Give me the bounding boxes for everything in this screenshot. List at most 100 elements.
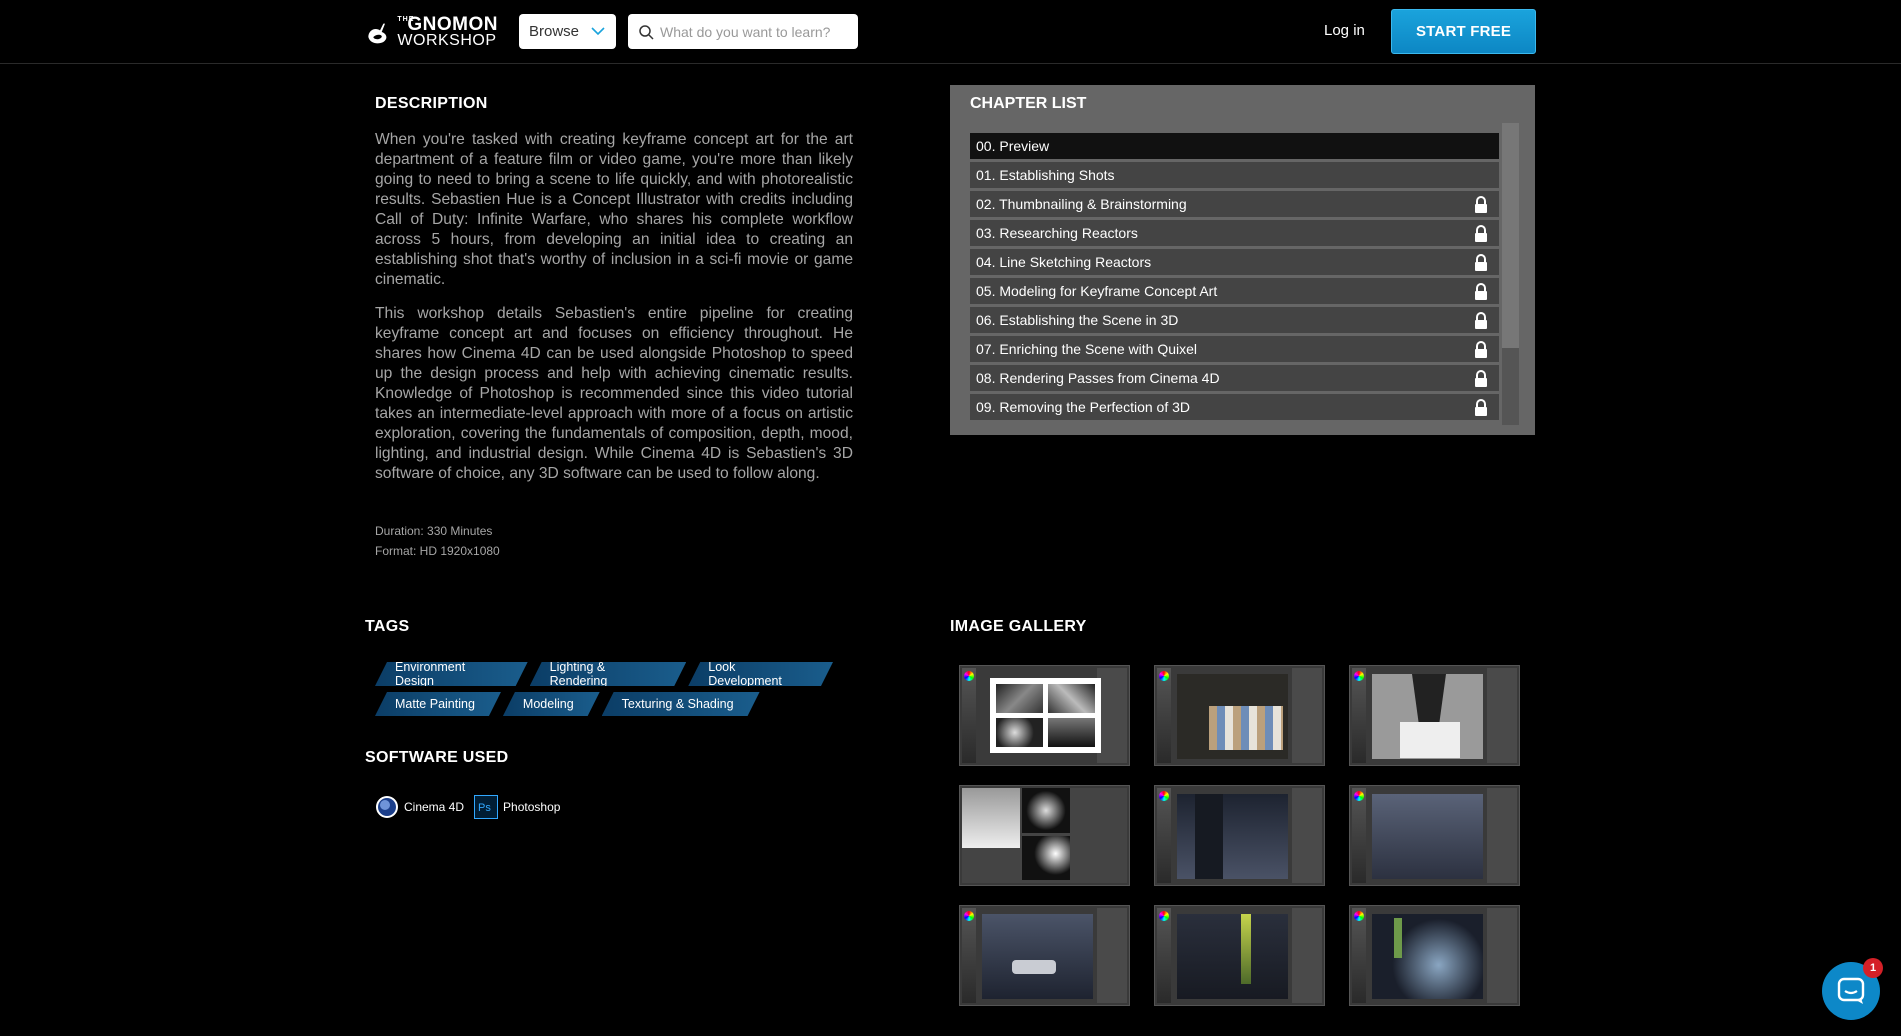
- chapter-label: 04. Line Sketching Reactors: [976, 254, 1152, 270]
- site-header: THE GNOMON WORKSHOP Browse Log in START …: [0, 0, 1901, 64]
- palette-panel: [1157, 908, 1171, 1003]
- format-text: Format: HD 1920x1080: [375, 544, 500, 558]
- chapter-item[interactable]: 08. Rendering Passes from Cinema 4D: [970, 365, 1499, 391]
- search-box[interactable]: [628, 14, 858, 49]
- tag-link[interactable]: Look Development: [688, 662, 833, 686]
- layers-panel: [1292, 908, 1322, 1003]
- chevron-down-icon: [591, 27, 605, 36]
- gallery-image[interactable]: [959, 905, 1130, 1006]
- notification-badge: 1: [1863, 958, 1883, 978]
- duration-text: Duration: 330 Minutes: [375, 524, 493, 538]
- thumbnail-canvas: [982, 914, 1093, 999]
- start-free-button[interactable]: START FREE: [1391, 9, 1536, 54]
- palette-panel: [1352, 668, 1366, 763]
- logo-gnomon: GNOMON: [407, 13, 498, 35]
- gallery-image[interactable]: [1154, 665, 1325, 766]
- chapter-item[interactable]: 05. Modeling for Keyframe Concept Art: [970, 278, 1499, 304]
- chapter-item[interactable]: 00. Preview: [970, 133, 1499, 159]
- tag-link[interactable]: Modeling: [503, 692, 600, 716]
- login-link[interactable]: Log in: [1324, 22, 1365, 39]
- tag-link[interactable]: Environment Design: [375, 662, 528, 686]
- tag-link[interactable]: Matte Painting: [375, 692, 501, 716]
- chapter-item[interactable]: 02. Thumbnailing & Brainstorming: [970, 191, 1499, 217]
- lock-icon: [1475, 341, 1487, 358]
- gallery-image[interactable]: [1349, 785, 1520, 886]
- thumbnail-canvas: [1177, 674, 1288, 759]
- thumbnail-canvas: [1177, 914, 1288, 999]
- chapter-item[interactable]: 09. Removing the Perfection of 3D: [970, 394, 1499, 420]
- software-item-cinema4d[interactable]: Cinema 4D: [375, 795, 464, 819]
- software-item-photoshop[interactable]: Ps Photoshop: [474, 795, 560, 819]
- logo-workshop: WORKSHOP: [397, 31, 497, 49]
- software-title: SOFTWARE USED: [365, 749, 509, 766]
- gallery-image[interactable]: [1349, 665, 1520, 766]
- palette-panel: [1157, 668, 1171, 763]
- thumbnail-canvas: [1372, 794, 1483, 879]
- chapter-item[interactable]: 06. Establishing the Scene in 3D: [970, 307, 1499, 333]
- lock-icon: [1475, 312, 1487, 329]
- search-input[interactable]: [660, 23, 850, 40]
- chapter-item[interactable]: 07. Enriching the Scene with Quixel: [970, 336, 1499, 362]
- chapter-item[interactable]: 04. Line Sketching Reactors: [970, 249, 1499, 275]
- palette-panel: [962, 668, 976, 763]
- chapter-label: 01. Establishing Shots: [976, 167, 1115, 183]
- chapter-item[interactable]: 01. Establishing Shots: [970, 162, 1499, 188]
- chapter-item[interactable]: 03. Researching Reactors: [970, 220, 1499, 246]
- gallery-image[interactable]: [1349, 905, 1520, 1006]
- chapter-list-panel: CHAPTER LIST 00. Preview 01. Establishin…: [950, 85, 1535, 435]
- layers-panel: [1292, 668, 1322, 763]
- photoshop-icon: Ps: [474, 795, 499, 819]
- tag-link[interactable]: Texturing & Shading: [602, 692, 760, 716]
- thumbnail-canvas: [1372, 914, 1483, 999]
- chapter-label: 00. Preview: [976, 138, 1050, 154]
- chapter-label: 06. Establishing the Scene in 3D: [976, 312, 1179, 328]
- svg-text:Ps: Ps: [478, 802, 491, 814]
- gallery-image[interactable]: [1154, 785, 1325, 886]
- image-gallery: [959, 665, 1520, 1006]
- course-meta: Duration: 330 Minutes Format: HD 1920x10…: [375, 521, 500, 561]
- gallery-image[interactable]: [959, 665, 1130, 766]
- thumbnail-canvas: [962, 788, 1127, 883]
- lock-icon: [1475, 399, 1487, 416]
- thumbnail-canvas: [1177, 794, 1288, 879]
- chapter-label: 08. Rendering Passes from Cinema 4D: [976, 370, 1220, 386]
- search-icon: [639, 24, 654, 40]
- chapter-list-title: CHAPTER LIST: [970, 95, 1087, 112]
- software-name: Cinema 4D: [404, 800, 465, 814]
- logo-wordmark: THE GNOMON WORKSHOP: [397, 13, 498, 49]
- layers-panel: [1292, 788, 1322, 883]
- chat-icon: [1837, 977, 1865, 1004]
- chapter-label: 02. Thumbnailing & Brainstorming: [976, 196, 1187, 212]
- cinema4d-icon: [376, 796, 398, 818]
- description-paragraph: This workshop details Sebastien's entire…: [375, 305, 853, 482]
- layers-panel: [1487, 668, 1517, 763]
- gnomon-logo[interactable]: THE GNOMON WORKSHOP: [365, 14, 498, 50]
- layers-panel: [1097, 668, 1127, 763]
- software-name: Photoshop: [503, 800, 561, 814]
- thumbnail-canvas: [1372, 674, 1483, 759]
- description-title: DESCRIPTION: [375, 95, 488, 112]
- lock-icon: [1475, 254, 1487, 271]
- gallery-image[interactable]: [1154, 905, 1325, 1006]
- layers-panel: [1097, 908, 1127, 1003]
- chapter-label: 03. Researching Reactors: [976, 225, 1138, 241]
- chapter-scrollbar[interactable]: [1502, 123, 1519, 425]
- tag-row: Environment Design Lighting & Rendering …: [375, 662, 835, 686]
- palette-panel: [1157, 788, 1171, 883]
- tag-link[interactable]: Lighting & Rendering: [530, 662, 687, 686]
- layers-panel: [1487, 908, 1517, 1003]
- lock-icon: [1475, 370, 1487, 387]
- gallery-image[interactable]: [959, 785, 1130, 886]
- chapter-scrollbar-thumb[interactable]: [1502, 123, 1519, 348]
- description-paragraph: When you're tasked with creating keyfram…: [375, 131, 853, 288]
- chapter-label: 05. Modeling for Keyframe Concept Art: [976, 283, 1218, 299]
- tag-row: Matte Painting Modeling Texturing & Shad…: [375, 692, 835, 716]
- browse-dropdown[interactable]: Browse: [519, 14, 616, 49]
- description-body: When you're tasked with creating keyfram…: [375, 130, 853, 498]
- tags-title: TAGS: [365, 618, 410, 635]
- lock-icon: [1475, 225, 1487, 242]
- layers-panel: [1487, 788, 1517, 883]
- browse-label: Browse: [529, 23, 580, 40]
- lock-icon: [1475, 283, 1487, 300]
- gnomon-logo-icon: [368, 23, 387, 44]
